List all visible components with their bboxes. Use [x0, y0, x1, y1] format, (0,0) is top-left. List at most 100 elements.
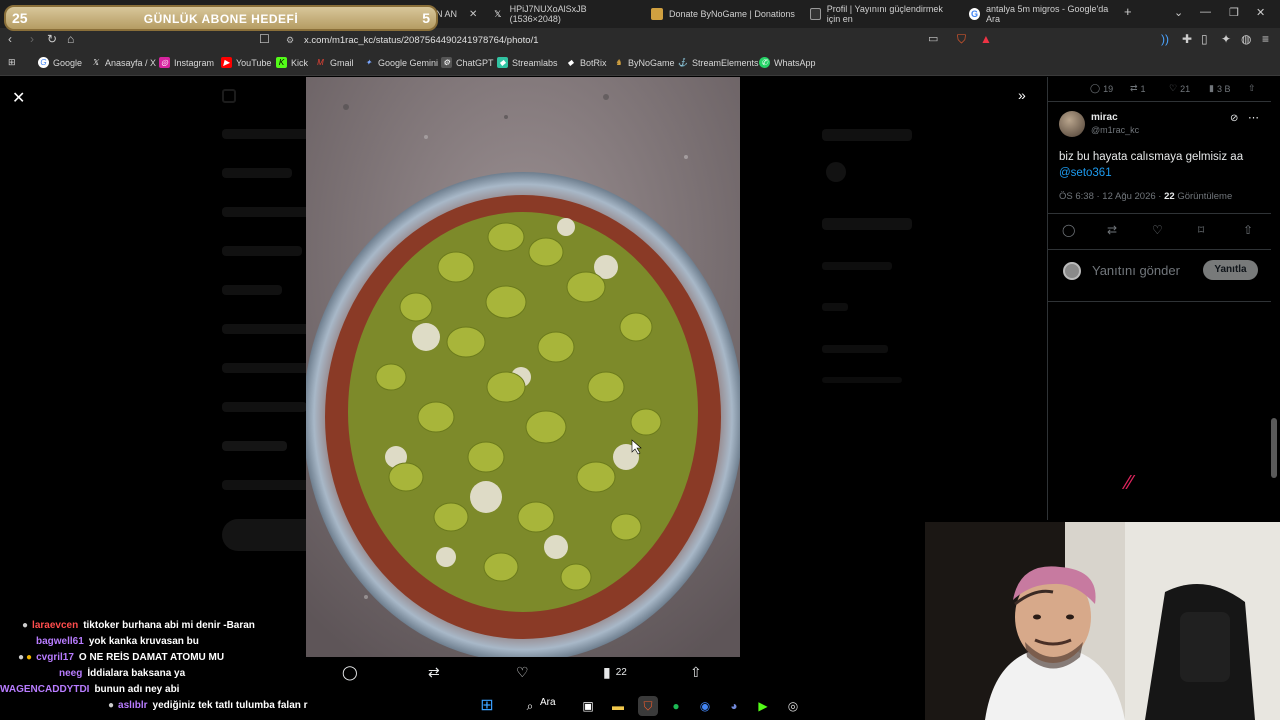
- bookmark-kick[interactable]: K Kick: [276, 57, 308, 68]
- bookmark-instagram[interactable]: ◎ Instagram: [159, 57, 214, 68]
- file-explorer-icon[interactable]: ▬: [608, 696, 628, 716]
- repost-icon[interactable]: ⇄: [428, 664, 440, 681]
- spotify-icon[interactable]: ●: [666, 696, 686, 716]
- collapse-panel-icon[interactable]: »: [1018, 87, 1026, 103]
- site-info-icon[interactable]: ⚙: [286, 32, 294, 49]
- grok-icon[interactable]: ⊘: [1230, 113, 1238, 124]
- chat-username: cvgril17: [36, 652, 74, 663]
- streamelements-icon: ⚓: [677, 58, 688, 67]
- chrome-icon[interactable]: ◉: [695, 696, 715, 716]
- tab-image[interactable]: 𝕏 HPiJ7NUXoAlSxJB (1536×2048): [486, 3, 636, 25]
- obs-icon[interactable]: ◎: [783, 696, 803, 716]
- sidebar-icon[interactable]: ▯: [1201, 32, 1208, 46]
- view-count: 3 B: [1216, 83, 1231, 94]
- bookmark-label: Gmail: [330, 57, 354, 68]
- windows-start-icon[interactable]: ⊞: [477, 696, 497, 716]
- bookmark-bynogame[interactable]: ♞ ByNoGame: [613, 57, 675, 68]
- dimmed-nav-item: [222, 480, 317, 490]
- close-icon[interactable]: ✕: [469, 9, 477, 20]
- bookmark-label: Streamlabs: [512, 57, 558, 68]
- bookmark-gemini[interactable]: ✦ Google Gemini: [363, 57, 438, 68]
- like-count: 21: [1180, 83, 1191, 94]
- like-icon[interactable]: ♡: [516, 664, 529, 681]
- subscriber-goal-overlay: 25 GÜNLÜK ABONE HEDEFİ 5: [4, 5, 438, 31]
- bookmark-icon[interactable]: ⌑: [1198, 223, 1204, 237]
- bookmark-gmail[interactable]: M Gmail: [315, 57, 354, 68]
- whatsapp-icon: ✆: [759, 57, 770, 68]
- views-button[interactable]: ▮ 22: [603, 664, 627, 681]
- reply-button[interactable]: Yanıtla: [1203, 260, 1258, 280]
- repost-count-button[interactable]: ⇄ 1: [1130, 83, 1146, 94]
- task-view-icon[interactable]: ▣: [578, 696, 598, 716]
- bookmark-streamlabs[interactable]: ◆ Streamlabs: [497, 57, 558, 68]
- bookmark-label: ChatGPT: [456, 57, 494, 68]
- taskbar-search[interactable]: Ara: [540, 697, 556, 708]
- apps-icon[interactable]: ⊞: [8, 57, 16, 68]
- reload-icon[interactable]: ↻: [47, 32, 57, 46]
- repost-icon[interactable]: ⇄: [1107, 223, 1117, 237]
- bookmark-chatgpt[interactable]: ⚙ ChatGPT: [441, 57, 494, 68]
- reply-input[interactable]: Yanıtını gönder: [1092, 263, 1180, 278]
- home-icon[interactable]: ⌂: [67, 32, 74, 46]
- maximize-icon[interactable]: ❐: [1229, 6, 1239, 19]
- ai-icon[interactable]: ✦: [1221, 32, 1231, 46]
- reply-icon[interactable]: ◯: [1062, 223, 1075, 237]
- brave-browser-icon[interactable]: ⛉: [638, 696, 658, 716]
- kick-app-icon[interactable]: ▶: [753, 696, 773, 716]
- menu-icon[interactable]: ≡: [1262, 32, 1269, 46]
- avatar[interactable]: [1059, 111, 1085, 137]
- bookmark-label: Google Gemini: [378, 57, 439, 68]
- window-close-icon[interactable]: ✕: [1256, 6, 1265, 19]
- reply-count-button[interactable]: ◯ 19: [1090, 83, 1113, 94]
- url-text: x.com/m1rac_kc/status/208756449024197876…: [304, 35, 539, 46]
- tweet-view-count: 22: [1164, 191, 1175, 202]
- url-field[interactable]: ⚙ x.com/m1rac_kc/status/2087564490241978…: [280, 32, 912, 49]
- minimize-icon[interactable]: —: [1200, 6, 1211, 18]
- close-media-icon[interactable]: ✕: [12, 88, 25, 108]
- bookmark-icon[interactable]: ☐: [259, 32, 270, 46]
- tab-donate[interactable]: Donate ByNoGame | Donations: [645, 3, 795, 25]
- reply-icon[interactable]: ◯: [342, 664, 358, 681]
- tweet-time[interactable]: ÖS 6:38 · 12 Ağu 2026 ·: [1059, 191, 1164, 202]
- forward-icon[interactable]: ›: [30, 32, 34, 46]
- tab-profile[interactable]: Profil | Yayınını güçlendirmek için en: [804, 3, 954, 25]
- share-icon[interactable]: ⇧: [690, 664, 702, 681]
- bookmark-streamelements[interactable]: ⚓ StreamElements: [677, 57, 759, 68]
- scrollbar[interactable]: [1271, 418, 1277, 478]
- bookmark-youtube[interactable]: ▶ YouTube: [221, 57, 271, 68]
- extensions-icon[interactable]: ✚: [1182, 32, 1192, 46]
- youtube-icon: ▶: [221, 57, 232, 68]
- bookmark-google[interactable]: G Google: [38, 57, 82, 68]
- author-handle[interactable]: @m1rac_kc: [1091, 125, 1139, 135]
- bookmark-botrix[interactable]: ◆ BotRix: [565, 57, 606, 68]
- tab-search-icon[interactable]: ⌄: [1174, 6, 1183, 19]
- tab-label: antalya 5m migros - Google'da Ara: [986, 4, 1109, 24]
- search-icon[interactable]: ⌕: [520, 696, 540, 716]
- tab-google[interactable]: G antalya 5m migros - Google'da Ara: [963, 3, 1113, 25]
- tweet-photo[interactable]: [306, 77, 740, 657]
- author-name[interactable]: mirac: [1091, 112, 1118, 123]
- brave-rewards-icon[interactable]: ▲: [980, 32, 992, 46]
- back-icon[interactable]: ‹: [8, 32, 12, 46]
- dimmed-heading: [822, 218, 912, 230]
- share-icon[interactable]: ⇧: [1248, 83, 1256, 94]
- mention-link[interactable]: @seto361: [1059, 165, 1259, 181]
- view-count-button[interactable]: ▮ 3 B: [1209, 83, 1230, 94]
- brave-shield-icon[interactable]: ⛉: [957, 32, 966, 47]
- bookmark-whatsapp[interactable]: ✆ WhatsApp: [759, 57, 816, 68]
- photo-action-bar: ◯ ⇄ ♡ ▮ 22 ⇧: [306, 662, 740, 684]
- bookmark-label: Kick: [291, 57, 309, 68]
- like-count-button[interactable]: ♡ 21: [1169, 83, 1190, 94]
- dessert-photo-image: [306, 77, 740, 657]
- cast-icon[interactable]: ▭: [928, 32, 938, 45]
- discord-icon[interactable]: ◕: [724, 696, 744, 716]
- bookmark-x-home[interactable]: 𝕏 Anasayfa / X: [90, 57, 156, 68]
- dimmed-nav-item: [222, 324, 312, 334]
- chat-message: ● aslıblr yediğiniz tek tatlı tulumba fala…: [108, 700, 308, 711]
- more-icon[interactable]: ⋯: [1248, 111, 1259, 124]
- new-tab-button[interactable]: +: [1124, 4, 1132, 19]
- vpn-icon[interactable]: ◍: [1241, 32, 1251, 46]
- audio-icon[interactable]: )): [1161, 32, 1169, 46]
- share-icon[interactable]: ⇧: [1243, 223, 1253, 237]
- like-icon[interactable]: ♡: [1152, 223, 1163, 237]
